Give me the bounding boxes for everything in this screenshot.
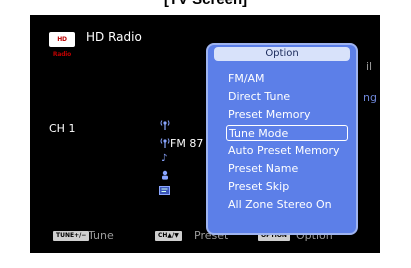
menu-item-direct-tune[interactable]: Direct Tune bbox=[228, 89, 350, 105]
menu-item-tune-mode[interactable]: Tune Mode bbox=[226, 125, 348, 141]
channel-key-badge: CH▲/▼ bbox=[155, 231, 182, 241]
option-menu-panel: Option FM/AM Direct Tune Preset Memory T… bbox=[206, 43, 358, 235]
menu-item-all-zone-stereo-on[interactable]: All Zone Stereo On bbox=[228, 197, 350, 213]
menu-item-preset-memory[interactable]: Preset Memory bbox=[228, 107, 350, 123]
antenna-icon bbox=[160, 137, 170, 152]
source-title: HD Radio bbox=[86, 30, 142, 44]
hidden-text-fragment: il bbox=[366, 60, 373, 73]
antenna-icon bbox=[160, 119, 170, 134]
menu-item-preset-skip[interactable]: Preset Skip bbox=[228, 179, 350, 195]
hidden-text-fragment-blue: ng bbox=[363, 91, 377, 104]
tune-hint: Tune bbox=[88, 229, 114, 242]
music-note-icon: ♪ bbox=[161, 153, 168, 164]
tv-screen: HD Radio HD Radio il ng CH 1 FM 87 ♪ TUN… bbox=[30, 15, 380, 253]
option-menu-header: Option bbox=[214, 47, 350, 61]
text-info-icon bbox=[159, 186, 170, 198]
frequency-display: FM 87 bbox=[170, 137, 204, 150]
screen-caption: [TV Screen] bbox=[0, 0, 411, 11]
person-icon bbox=[161, 170, 169, 183]
tune-key-badge: TUNE+/− bbox=[53, 231, 90, 241]
hd-radio-logo: HD Radio bbox=[49, 32, 75, 58]
channel-label: CH 1 bbox=[49, 122, 76, 135]
menu-item-fm-am[interactable]: FM/AM bbox=[228, 71, 350, 87]
menu-item-preset-name[interactable]: Preset Name bbox=[228, 161, 350, 177]
menu-item-auto-preset-memory[interactable]: Auto Preset Memory bbox=[228, 143, 350, 159]
